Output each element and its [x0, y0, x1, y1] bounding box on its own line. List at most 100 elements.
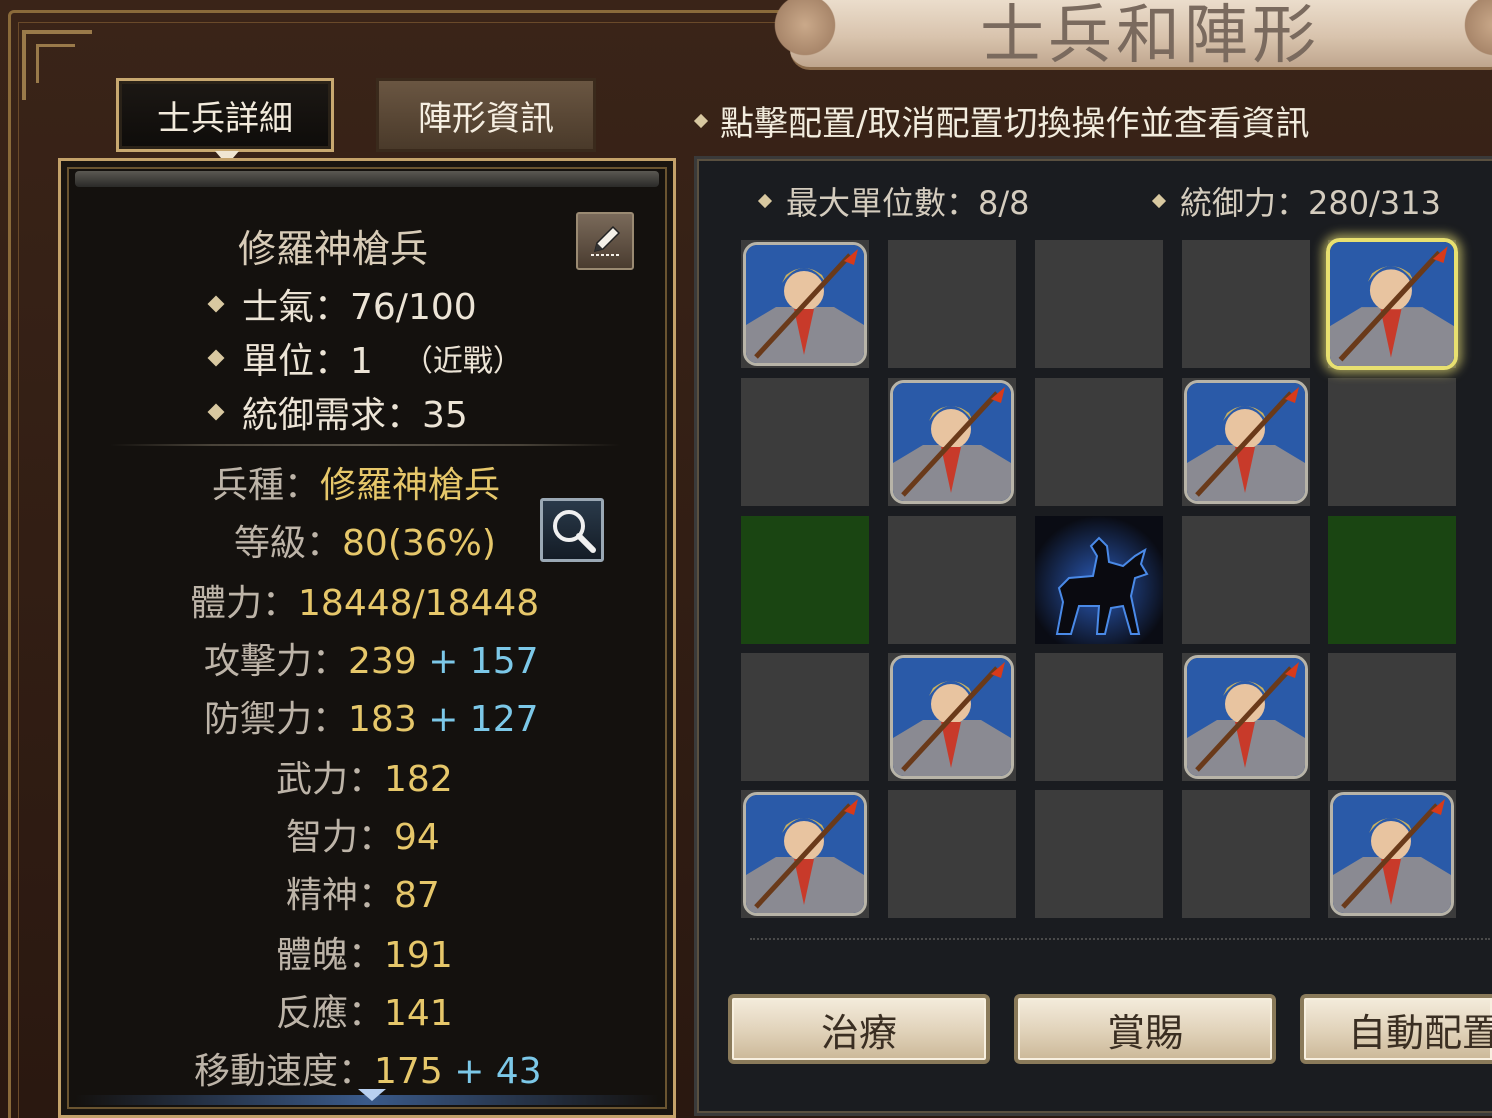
spearman-portrait-icon	[1330, 242, 1454, 366]
edit-name-button[interactable]	[576, 212, 634, 270]
stat-label: 智力：	[286, 817, 395, 858]
attack-stat: 攻擊力：239 + 157	[204, 632, 539, 684]
diamond-icon	[693, 113, 709, 128]
stat-label: 防禦力：	[204, 699, 349, 740]
stat-value: 87	[394, 875, 440, 916]
formation-cell[interactable]	[741, 653, 869, 781]
spearman-portrait-icon	[1187, 658, 1305, 776]
spearman-unit-icon[interactable]	[743, 242, 867, 366]
stat-value: 175	[374, 1051, 443, 1092]
unit-type-text: （近戰）	[402, 344, 523, 379]
diamond-icon	[207, 403, 225, 421]
spearman-unit-icon[interactable]	[1330, 792, 1454, 916]
reaction-stat: 反應：141	[276, 984, 453, 1036]
formation-cell[interactable]	[1035, 653, 1163, 781]
command-req-row: 統御需求：35	[207, 386, 468, 438]
spearman-unit-icon-selected[interactable]	[1326, 238, 1458, 370]
unit-name: 修羅神槍兵	[238, 227, 429, 271]
panel-top-bar	[75, 171, 659, 187]
formation-cell[interactable]	[888, 790, 1016, 918]
spearman-unit-icon[interactable]	[890, 655, 1014, 779]
spearman-unit-icon[interactable]	[1184, 655, 1308, 779]
constitution-stat: 體魄：191	[276, 926, 453, 978]
spearman-portrait-icon	[746, 795, 864, 913]
stat-label: 武力：	[276, 759, 385, 800]
formation-cell[interactable]	[741, 378, 869, 506]
stat-label: 移動速度：	[194, 1051, 375, 1092]
command-req-text: 統御需求：35	[242, 395, 468, 436]
stat-label: 體魄：	[276, 935, 385, 976]
formation-cell[interactable]	[1035, 240, 1163, 368]
formation-cell[interactable]	[1182, 790, 1310, 918]
spirit-stat: 精神：87	[286, 866, 440, 918]
hp-stat: 體力：18448/18448	[190, 574, 539, 626]
formation-cell[interactable]	[888, 240, 1016, 368]
deploy-zone-cell[interactable]	[741, 516, 869, 644]
heal-button[interactable]: 治療	[728, 994, 990, 1064]
stat-value: 191	[384, 935, 453, 976]
spearman-portrait-icon	[1333, 795, 1451, 913]
stat-label: 反應：	[276, 993, 385, 1034]
instruction-label: 點擊配置/取消配置切換操作並查看資訊	[720, 104, 1310, 144]
spearman-portrait-icon	[893, 658, 1011, 776]
level-stat: 等級：80(36%)	[234, 514, 496, 566]
stat-value: 239	[348, 641, 417, 682]
reward-button[interactable]: 賞賜	[1014, 994, 1276, 1064]
magnifier-icon	[553, 510, 596, 553]
command-text: 統御力：280/313	[1180, 184, 1441, 222]
cavalry-silhouette-icon	[1035, 516, 1163, 644]
tab-soldier-detail[interactable]: 士兵詳細	[116, 78, 334, 165]
spearman-portrait-icon	[1187, 383, 1305, 501]
instruction-text: 點擊配置/取消配置切換操作並查看資訊	[693, 96, 1310, 145]
auto-deploy-button[interactable]: 自動配置	[1300, 994, 1492, 1064]
stat-value: 182	[384, 759, 453, 800]
strength-stat: 武力：182	[276, 750, 453, 802]
troop-type-stat: 兵種：修羅神槍兵	[212, 456, 500, 508]
units-row: 單位：1 （近戰）	[207, 332, 523, 384]
spearman-portrait-icon	[746, 245, 864, 363]
page-title: 士兵和陣形	[980, 0, 1320, 73]
deploy-zone-cell[interactable]	[1328, 516, 1456, 644]
formation-cell[interactable]	[1182, 240, 1310, 368]
stat-label: 精神：	[286, 875, 395, 916]
stat-value: 18448/18448	[298, 583, 540, 624]
diamond-icon	[1151, 193, 1167, 209]
stat-value: 修羅神槍兵	[320, 465, 501, 506]
diamond-icon	[207, 295, 225, 313]
formation-cell[interactable]	[1328, 653, 1456, 781]
stat-label: 等級：	[234, 523, 343, 564]
spearman-unit-icon[interactable]	[890, 380, 1014, 504]
fret-ornament	[22, 30, 92, 100]
spearman-portrait-icon	[893, 383, 1011, 501]
divider	[750, 938, 1490, 940]
general-cell[interactable]	[1035, 516, 1163, 644]
defense-stat: 防禦力：183 + 127	[204, 690, 539, 742]
tab-formation-info[interactable]: 陣形資訊	[376, 78, 596, 152]
stat-value: 183	[348, 699, 417, 740]
spearman-unit-icon[interactable]	[1184, 380, 1308, 504]
max-units-stat: 最大單位數：8/8	[757, 178, 1030, 224]
stat-value: 80(36%)	[342, 523, 496, 564]
morale-text: 士氣：76/100	[242, 287, 477, 328]
stat-label: 兵種：	[212, 465, 321, 506]
formation-cell[interactable]	[1035, 790, 1163, 918]
inspect-button[interactable]	[540, 498, 604, 562]
stat-label: 攻擊力：	[204, 641, 349, 682]
stat-bonus: + 127	[428, 699, 539, 740]
title-banner: 士兵和陣形	[770, 0, 1492, 73]
command-stat: 統御力：280/313	[1151, 178, 1441, 224]
stat-value: 141	[384, 993, 453, 1034]
morale-row: 士氣：76/100	[207, 278, 477, 330]
spearman-unit-icon[interactable]	[743, 792, 867, 916]
diamond-icon	[207, 349, 225, 367]
formation-cell[interactable]	[1182, 516, 1310, 644]
stat-bonus: + 157	[428, 641, 539, 682]
stat-value: 94	[394, 817, 440, 858]
stat-bonus: + 43	[454, 1051, 542, 1092]
max-units-text: 最大單位數：8/8	[786, 184, 1030, 222]
formation-cell[interactable]	[1035, 378, 1163, 506]
divider	[110, 444, 620, 446]
formation-cell[interactable]	[1328, 378, 1456, 506]
move-speed-stat: 移動速度：175 + 43	[194, 1042, 542, 1094]
formation-cell[interactable]	[888, 516, 1016, 644]
